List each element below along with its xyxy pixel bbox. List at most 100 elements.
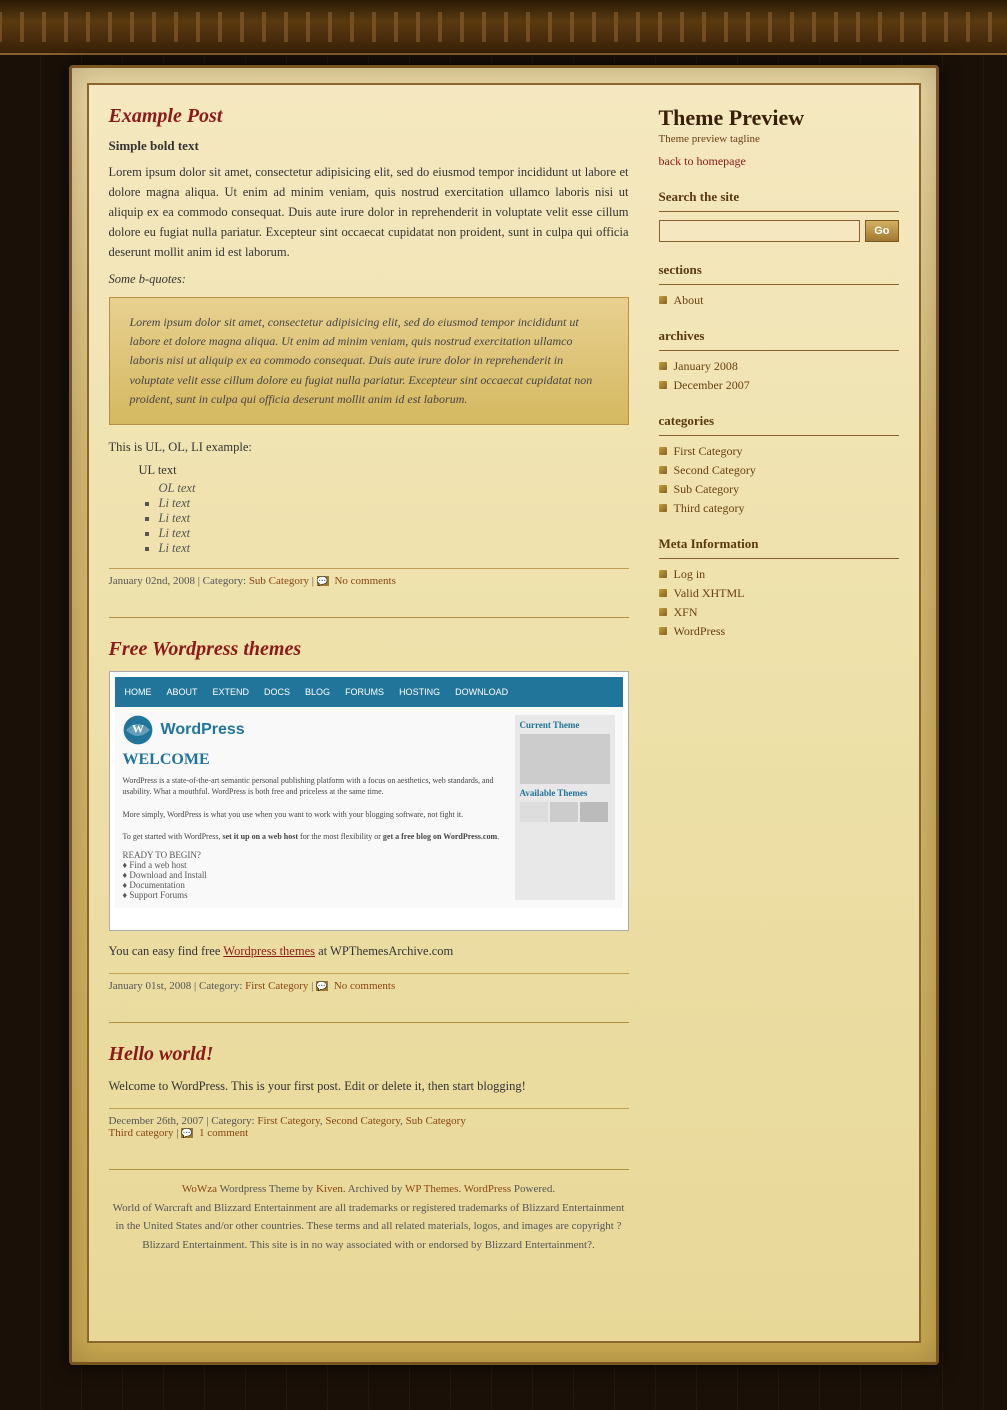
wp-current-theme-label: Current Theme — [520, 720, 610, 730]
wp-screenshot-content: HOME ABOUT EXTEND DOCS BLOG FORUMS HOSTI… — [115, 677, 623, 925]
sections-label: sections — [659, 262, 899, 278]
post-meta-example: January 02nd, 2008 | Category: Sub Categ… — [109, 568, 629, 587]
search-input[interactable] — [659, 220, 861, 242]
post-hello-world: Hello world! Welcome to WordPress. This … — [109, 1043, 629, 1139]
wp-nav-item: BLOG — [305, 687, 330, 697]
post-comment-link-hello[interactable]: 1 comment — [199, 1127, 248, 1139]
post-title-link-hello[interactable]: Hello world! — [109, 1043, 214, 1065]
meta-label: Meta Information — [659, 536, 899, 552]
wp-welcome-heading: WELCOME — [123, 751, 507, 769]
post-extra-category-hello[interactable]: Third category — [109, 1127, 174, 1139]
post-title-link-wordpress[interactable]: Free Wordpress themes — [109, 638, 302, 660]
comment-icon-wp: 💬 — [316, 981, 328, 991]
footer-theme-link[interactable]: WoWza — [182, 1183, 217, 1195]
post-comment-link-wp[interactable]: No comments — [334, 980, 395, 992]
list-item: Li text — [159, 511, 629, 526]
sidebar-link-jan2008[interactable]: January 2008 — [674, 359, 738, 374]
main-content: Example Post Simple bold text Lorem ipsu… — [109, 105, 629, 1255]
page-frame: Example Post Simple bold text Lorem ipsu… — [69, 65, 939, 1365]
footer-wp-link[interactable]: WordPress — [464, 1183, 511, 1195]
post-body-text-start: You can easy find free — [109, 944, 221, 958]
post-example: Example Post Simple bold text Lorem ipsu… — [109, 105, 629, 587]
post-category-link[interactable]: Sub Category — [249, 575, 309, 587]
top-border — [0, 0, 1007, 55]
post-meta-hello: December 26th, 2007 | Category: First Ca… — [109, 1108, 629, 1139]
sidebar-link-xhtml[interactable]: Valid XHTML — [674, 586, 745, 601]
blog-header: Theme Preview Theme preview tagline back… — [659, 105, 899, 169]
wordpress-themes-link[interactable]: Wordpress themes — [223, 944, 315, 958]
blog-title: Theme Preview — [659, 105, 899, 131]
comment-icon: 💬 — [317, 576, 329, 586]
footer-kiven-link[interactable]: Kiven — [316, 1183, 343, 1195]
sidebar-meta-wordpress: WordPress — [659, 624, 899, 639]
sidebar-category-second: Second Category — [659, 463, 899, 478]
ul-label: This is UL, OL, LI example: — [109, 440, 629, 455]
wp-body-description: WordPress is a state-of-the-art semantic… — [123, 775, 507, 842]
footer-wpthemes-link[interactable]: WP Themes — [405, 1183, 458, 1195]
wp-theme-preview — [520, 734, 610, 784]
bullet-icon — [659, 466, 669, 476]
post-bold-text: Simple bold text — [109, 138, 629, 154]
wp-nav-item: HOME — [125, 687, 152, 697]
categories-divider — [659, 435, 899, 436]
wp-nav-item: EXTEND — [213, 687, 250, 697]
sidebar-categories: categories First Category Second Categor… — [659, 413, 899, 516]
sidebar-link-sub-category[interactable]: Sub Category — [674, 482, 740, 497]
sidebar-link-about[interactable]: About — [674, 293, 704, 308]
post-wordpress: Free Wordpress themes HOME ABOUT EXTEND … — [109, 638, 629, 992]
sidebar-archive-dec2007: December 2007 — [659, 378, 899, 393]
wp-available-themes-label: Available Themes — [520, 788, 610, 798]
list-item: Li text — [159, 496, 629, 511]
sidebar-link-wordpress[interactable]: WordPress — [674, 624, 726, 639]
post-category-link-wp[interactable]: First Category — [245, 980, 308, 992]
sidebar-meta-xhtml: Valid XHTML — [659, 586, 899, 601]
post-date-wordpress: January 01st, 2008 — [109, 980, 192, 992]
post-category-label-hello: Category: — [211, 1115, 254, 1127]
post-category-link-hello-1[interactable]: First Category — [257, 1115, 320, 1127]
bquote-label: Some b-quotes: — [109, 272, 629, 287]
bullet-icon — [659, 381, 669, 391]
sidebar-category-sub: Sub Category — [659, 482, 899, 497]
wp-ready-text: READY TO BEGIN? ♦ Find a web host ♦ Down… — [123, 850, 507, 900]
post-date-hello: December 26th, 2007 — [109, 1115, 204, 1127]
post-body-example: Lorem ipsum dolor sit amet, consectetur … — [109, 162, 629, 262]
sidebar-link-third-category[interactable]: Third category — [674, 501, 745, 516]
sidebar-link-dec2007[interactable]: December 2007 — [674, 378, 750, 393]
wp-nav-item: HOSTING — [399, 687, 440, 697]
bullet-icon — [659, 589, 669, 599]
site-footer: WoWza Wordpress Theme by Kiven. Archived… — [109, 1169, 629, 1255]
sidebar-link-xfn[interactable]: XFN — [674, 605, 698, 620]
sidebar-category-third: Third category — [659, 501, 899, 516]
back-to-homepage-link[interactable]: back to homepage — [659, 154, 746, 168]
ul-text-label: UL text — [139, 463, 629, 478]
meta-divider — [659, 558, 899, 559]
wp-body-area: W WordPress WELCOME WordPress is a state… — [115, 707, 623, 908]
search-button[interactable]: Go — [865, 220, 898, 242]
bullet-icon — [659, 570, 669, 580]
sidebar-meta-login: Log in — [659, 567, 899, 582]
sidebar-link-second-category[interactable]: Second Category — [674, 463, 756, 478]
ol-text-label: OL text — [159, 481, 629, 496]
list-item: Li text — [159, 541, 629, 556]
wp-nav-item: ABOUT — [167, 687, 198, 697]
post-title-link-example[interactable]: Example Post — [109, 105, 223, 127]
wp-nav-item: DOCS — [264, 687, 290, 697]
archives-divider — [659, 350, 899, 351]
bullet-icon — [659, 362, 669, 372]
sidebar-link-login[interactable]: Log in — [674, 567, 706, 582]
bullet-icon — [659, 296, 669, 306]
post-category-link-hello-2[interactable]: Second Category — [325, 1115, 400, 1127]
post-category-link-hello-3[interactable]: Sub Category — [406, 1115, 466, 1127]
search-form: Go — [659, 220, 899, 242]
post-comment-link[interactable]: No comments — [334, 575, 395, 587]
post-category-label-wp: Category: — [199, 980, 242, 992]
footer-archived-text: Archived by — [348, 1183, 405, 1195]
wp-nav-bar: HOME ABOUT EXTEND DOCS BLOG FORUMS HOSTI… — [115, 677, 623, 707]
outer-wrapper: Example Post Simple bold text Lorem ipsu… — [69, 55, 939, 1375]
wp-theme-thumbnails — [520, 802, 610, 822]
bullet-icon — [659, 485, 669, 495]
comment-icon-hello: 💬 — [181, 1128, 193, 1138]
sidebar-link-first-category[interactable]: First Category — [674, 444, 743, 459]
post-body-text-end: at WPThemesArchive.com — [318, 944, 453, 958]
wp-main-area: W WordPress WELCOME WordPress is a state… — [123, 715, 507, 900]
